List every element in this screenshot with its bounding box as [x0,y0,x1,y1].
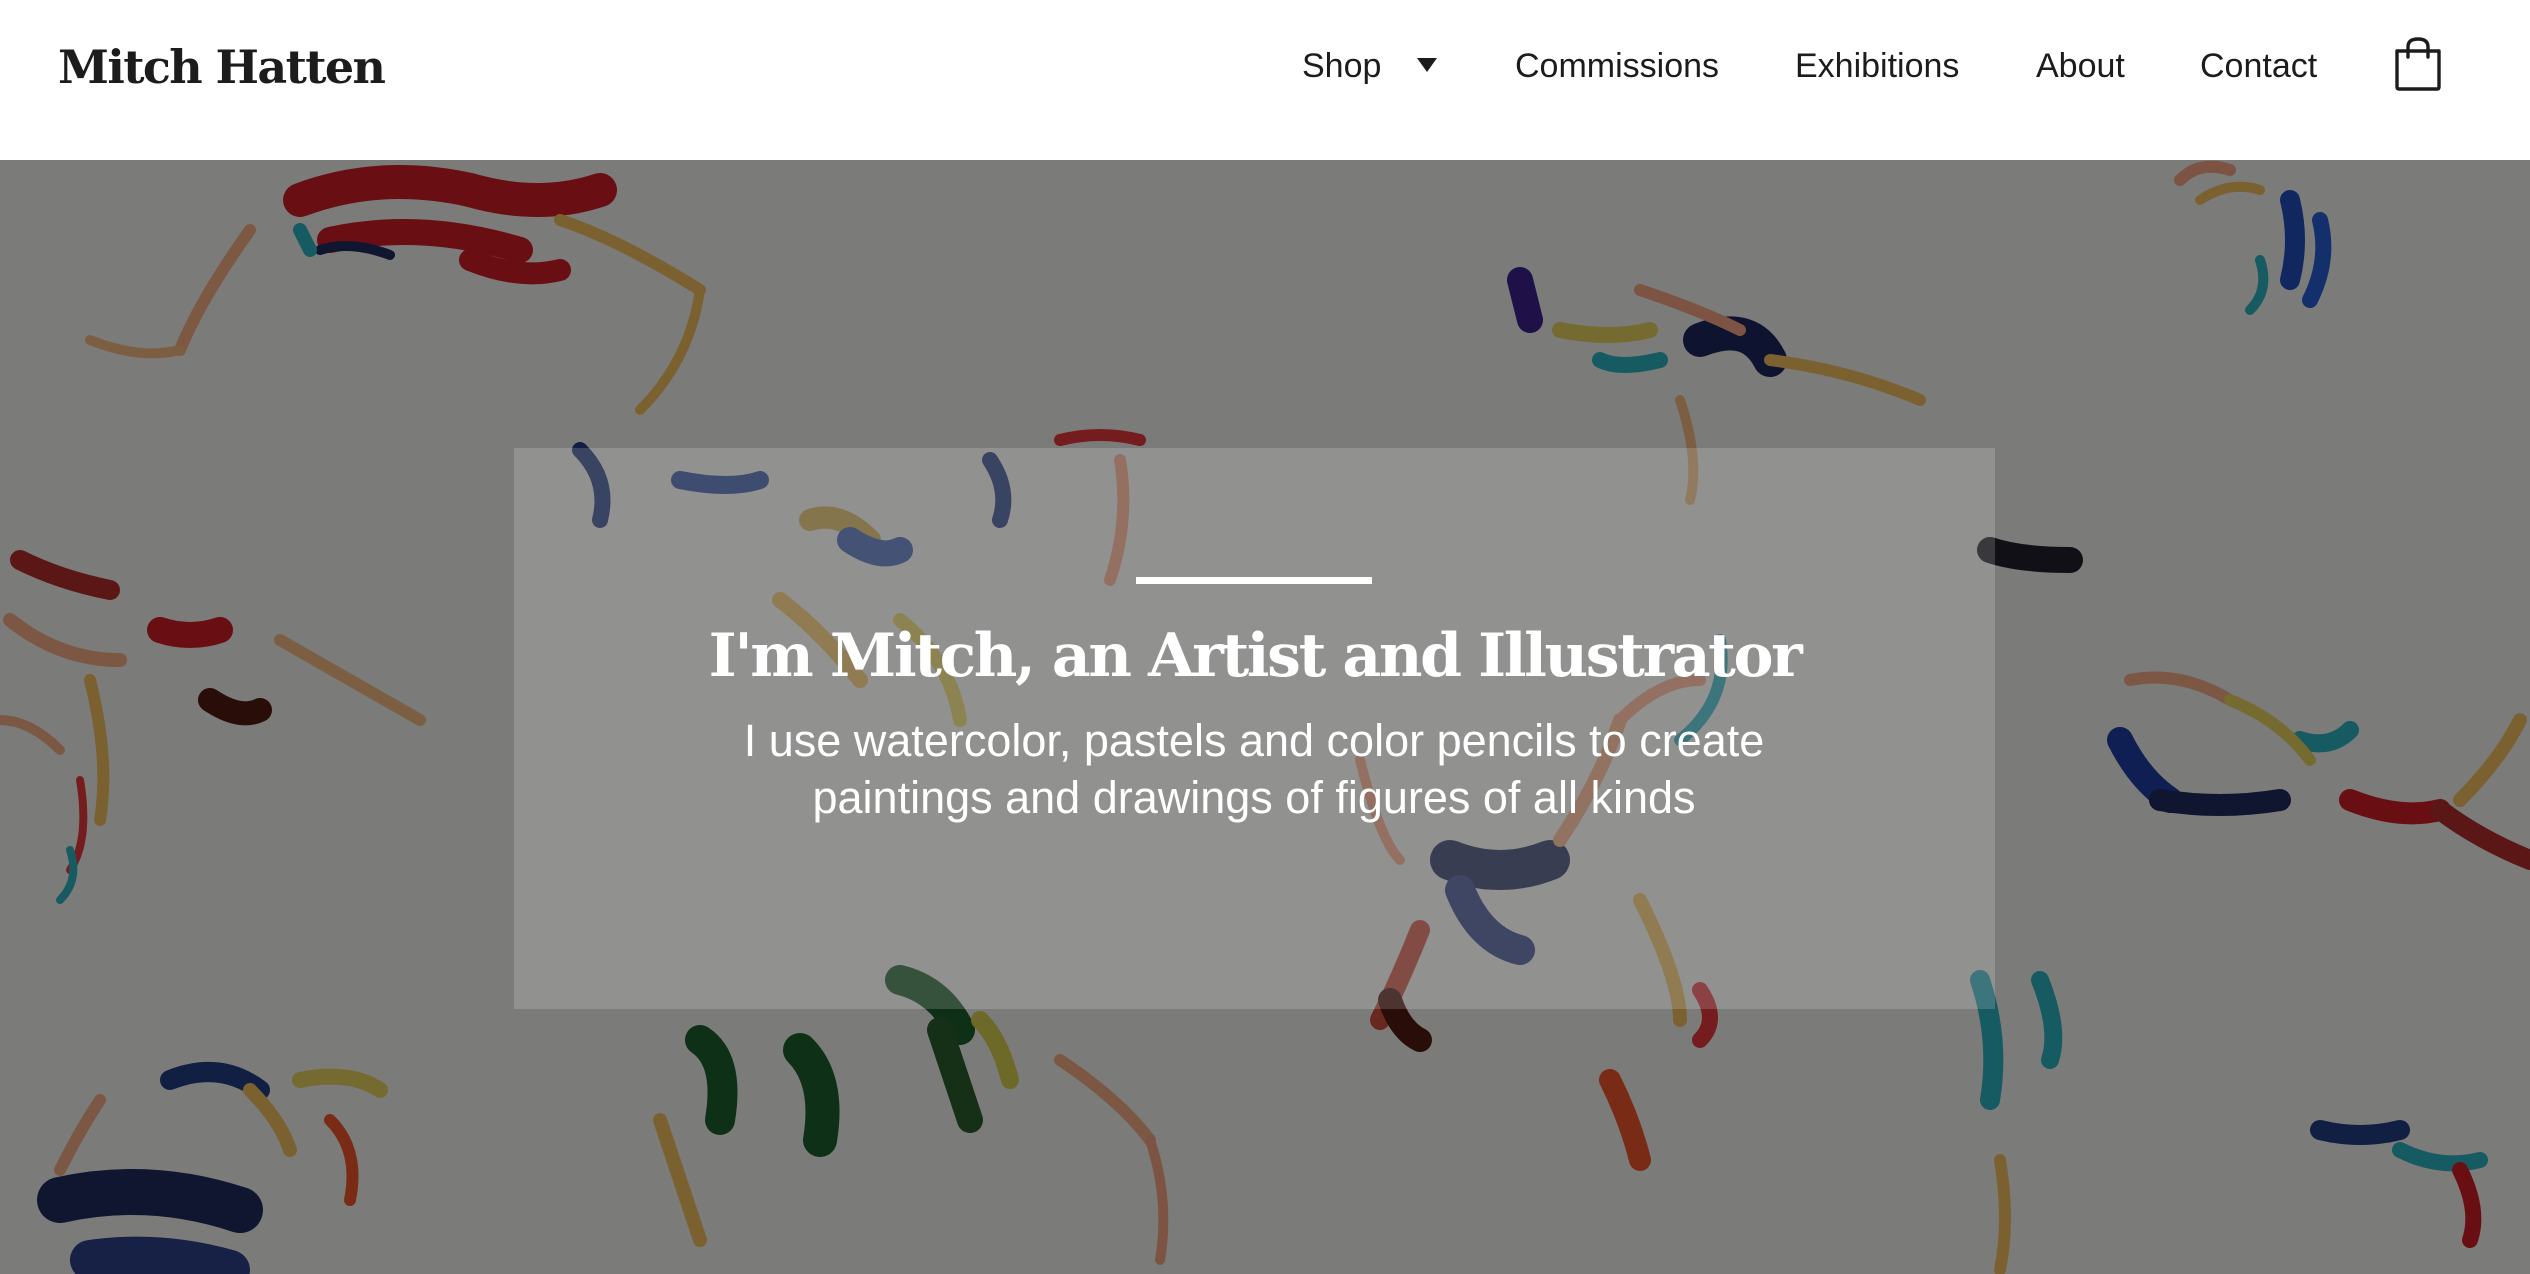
nav-shop[interactable]: Shop [1302,38,1381,94]
nav-about[interactable]: About [2036,38,2125,94]
hero-title: I'm Mitch, an Artist and Illustrator [708,621,1803,691]
nav-commissions[interactable]: Commissions [1515,38,1719,94]
site-logo[interactable]: Mitch Hatten [58,34,386,100]
hero-subtitle-line-1: I use watercolor, pastels and color penc… [743,715,1765,766]
site-header: Mitch Hatten Shop Commissions Exhibition… [0,0,2530,160]
hero-text-card: I'm Mitch, an Artist and Illustrator I u… [514,448,1995,1009]
hero-divider [1136,577,1372,584]
caret-down-icon[interactable] [1417,58,1437,72]
hero-subtitle-line-2: paintings and drawings of figures of all… [812,772,1696,823]
nav-exhibitions[interactable]: Exhibitions [1795,38,1959,94]
hero-section: I'm Mitch, an Artist and Illustrator I u… [0,160,2530,1274]
nav-contact[interactable]: Contact [2200,38,2317,94]
shopping-bag-icon[interactable] [2392,36,2444,92]
hero-subtitle: I use watercolor, pastels and color penc… [654,712,1854,826]
